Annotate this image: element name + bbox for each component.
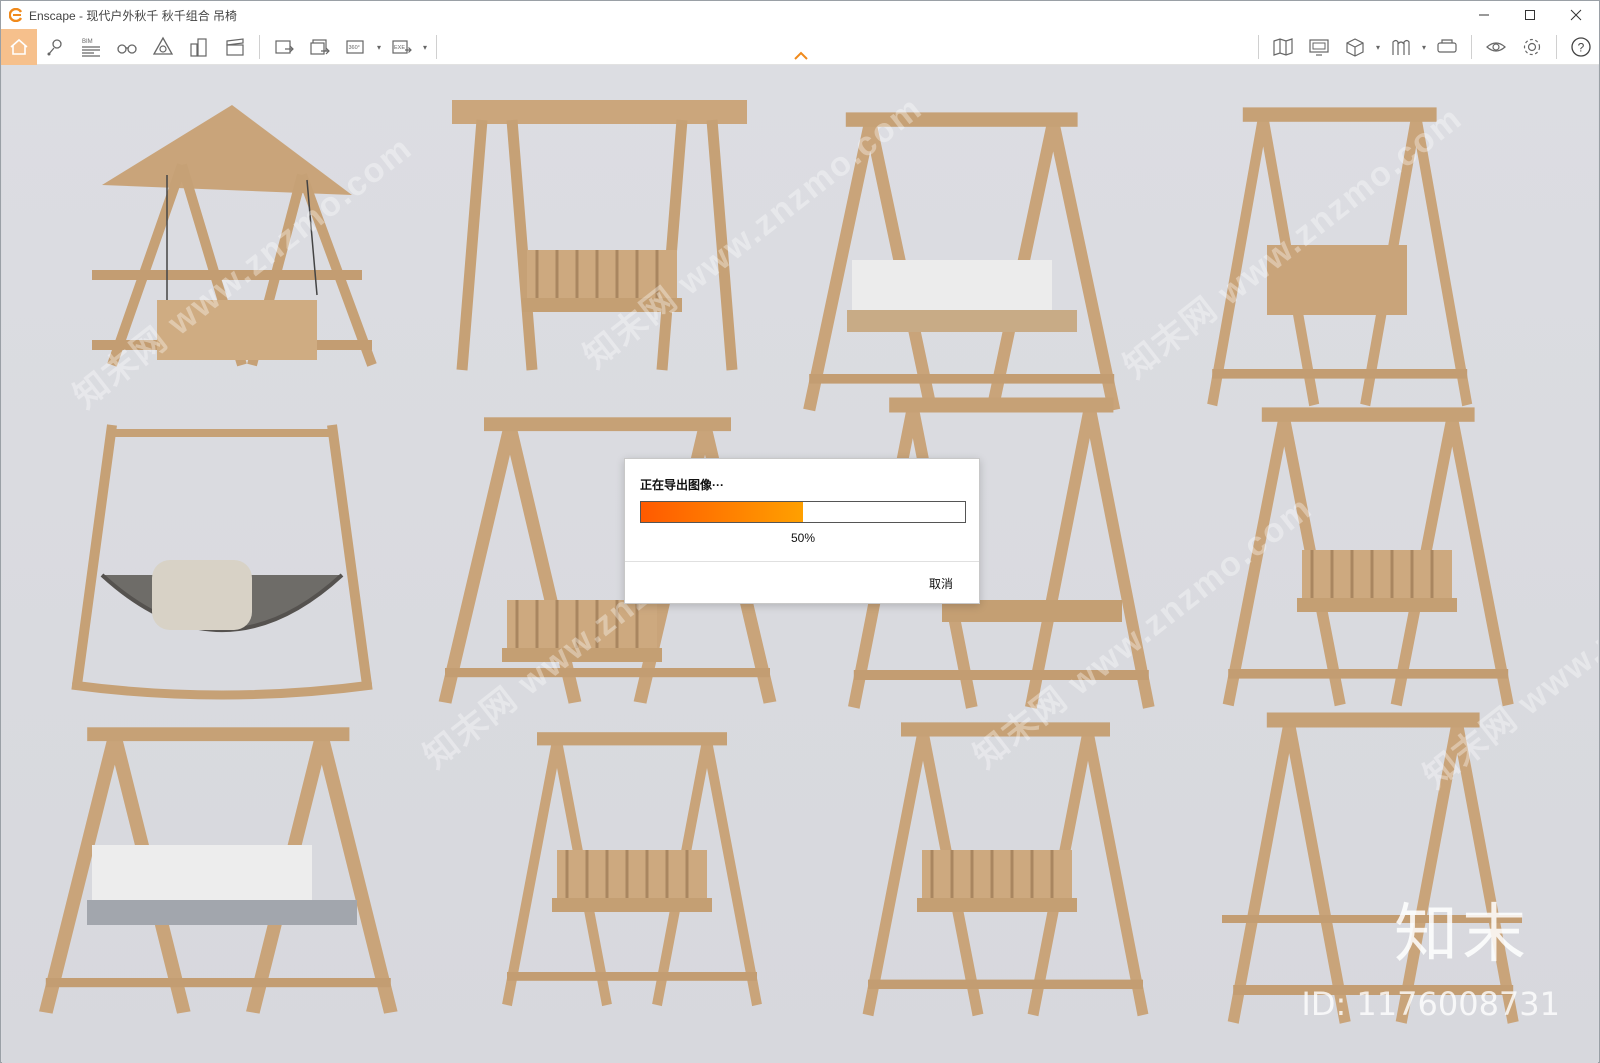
settings-button[interactable]	[1514, 29, 1550, 65]
export-image-icon	[275, 40, 294, 54]
close-button[interactable]	[1553, 1, 1599, 29]
monitor-button[interactable]	[1301, 29, 1337, 65]
exe-export-button[interactable]: EXE	[384, 29, 420, 65]
panorama-label: 360°	[349, 45, 360, 51]
exe-dropdown-icon[interactable]: ▾	[420, 29, 430, 65]
asset-library-icon	[1392, 39, 1410, 55]
buildings-icon	[190, 38, 207, 57]
brand-watermark: 知末	[1394, 898, 1530, 972]
panorama-360-icon: 360°	[346, 40, 364, 54]
model-id-label: ID: 1176008731	[1301, 985, 1560, 1023]
help-label: ?	[1578, 41, 1585, 55]
batch-export-icon	[310, 39, 330, 55]
swing-model	[507, 732, 757, 1005]
monitor-icon	[1309, 39, 1329, 56]
map-button[interactable]	[1265, 29, 1301, 65]
minimize-icon	[1479, 14, 1489, 16]
help-button[interactable]: ?	[1563, 29, 1599, 65]
window-title: Enscape - 现代户外秋千 秋千组合 吊椅	[29, 8, 238, 23]
toolbar-separator	[259, 35, 260, 59]
batch-export-button[interactable]	[302, 29, 338, 65]
eye-button[interactable]	[1478, 29, 1514, 65]
minimize-button[interactable]	[1461, 1, 1507, 29]
marker-button[interactable]	[37, 29, 73, 65]
collapse-toolbar-chevron-icon[interactable]	[793, 50, 809, 62]
binoculars-button[interactable]	[109, 29, 145, 65]
binoculars-icon	[117, 44, 137, 54]
bim-icon: BIM	[82, 39, 100, 57]
buildings-button[interactable]	[181, 29, 217, 65]
progress-bar	[640, 501, 966, 523]
help-icon: ?	[1571, 37, 1591, 57]
bim-button[interactable]: BIM	[73, 29, 109, 65]
maximize-icon	[1525, 10, 1535, 20]
title-bar: Enscape - 现代户外秋千 秋千组合 吊椅	[1, 1, 1599, 29]
window-controls	[1461, 1, 1599, 29]
toolbar-separator	[1556, 35, 1557, 59]
maximize-button[interactable]	[1507, 1, 1553, 29]
video-clapper-icon	[226, 38, 244, 56]
panorama-dropdown-icon[interactable]: ▾	[374, 29, 384, 65]
exe-label: EXE	[394, 45, 405, 51]
enscape-window: Enscape - 现代户外秋千 秋千组合 吊椅 BIM 360° ▾ EXE …	[0, 0, 1600, 1063]
cube-button[interactable]	[1337, 29, 1373, 65]
toolbar-separator	[436, 35, 437, 59]
export-image-button[interactable]	[266, 29, 302, 65]
cube-icon	[1346, 38, 1364, 57]
swing-model	[71, 424, 373, 700]
bim-label: BIM	[82, 39, 93, 45]
vr-headset-icon	[1437, 39, 1457, 53]
visual-settings-icon	[152, 36, 174, 55]
toolbar-right-group: ▾ ▾ ?	[1252, 29, 1599, 65]
asset-dropdown-icon[interactable]: ▾	[1419, 29, 1429, 65]
toolbar-separator	[1258, 35, 1259, 59]
toolbar-separator	[1471, 35, 1472, 59]
cancel-button[interactable]: 取消	[929, 575, 953, 592]
map-icon	[1273, 38, 1293, 56]
marker-icon	[47, 39, 62, 56]
progress-percent-label: 50%	[790, 531, 816, 545]
home-button[interactable]	[1, 29, 37, 65]
enscape-logo-icon	[9, 8, 23, 22]
asset-library-button[interactable]	[1383, 29, 1419, 65]
visual-settings-button[interactable]	[145, 29, 181, 65]
cube-dropdown-icon[interactable]: ▾	[1373, 29, 1383, 65]
toolbar-left-group: BIM 360° ▾ EXE ▾	[1, 29, 443, 65]
dialog-divider	[625, 561, 979, 562]
video-button[interactable]	[217, 29, 253, 65]
settings-gear-icon	[1523, 38, 1541, 56]
exe-export-icon: EXE	[392, 40, 412, 54]
panorama-button[interactable]: 360°	[338, 29, 374, 65]
vr-headset-button[interactable]	[1429, 29, 1465, 65]
export-progress-dialog: 正在导出图像··· 50% 取消	[624, 458, 980, 604]
home-icon	[10, 38, 28, 55]
progress-bar-fill	[641, 502, 803, 522]
swing-model	[46, 727, 391, 1012]
close-icon	[1570, 9, 1582, 21]
eye-icon	[1486, 42, 1506, 52]
dialog-title: 正在导出图像···	[640, 478, 724, 492]
